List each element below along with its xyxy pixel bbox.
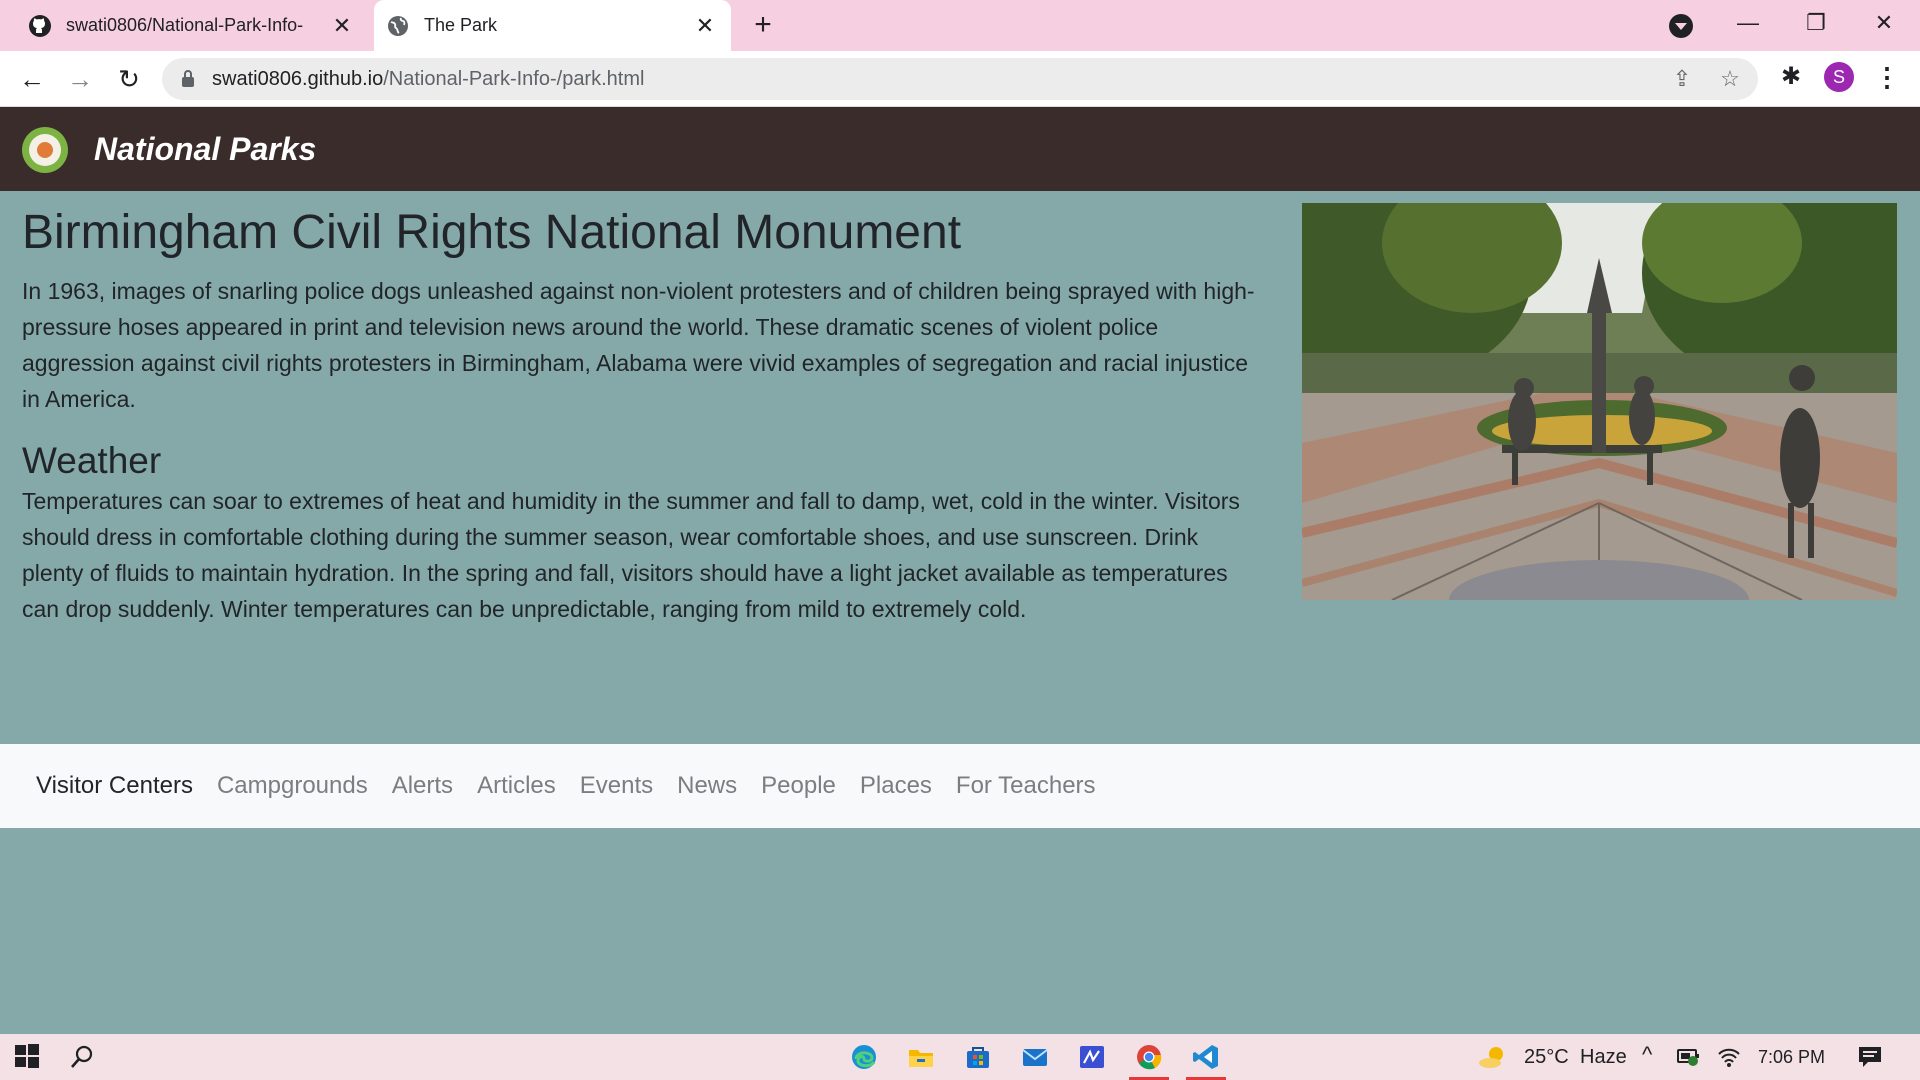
- weather-temperature[interactable]: 25°C: [1524, 1046, 1569, 1069]
- share-icon[interactable]: ⇪: [1669, 66, 1695, 92]
- browser-tabstrip: swati0806/National-Park-Info- ✕ The Park…: [0, 0, 1920, 51]
- new-tab-icon[interactable]: +: [748, 10, 778, 40]
- bookmark-star-icon[interactable]: ☆: [1717, 66, 1743, 92]
- browser-toolbar: ← → ↻ swati0806.github.io/National-Park-…: [0, 51, 1920, 107]
- nav-link-for-teachers[interactable]: For Teachers: [956, 772, 1096, 800]
- nav-link-articles[interactable]: Articles: [477, 772, 556, 800]
- site-navbar: National Parks: [0, 107, 1920, 191]
- url-text[interactable]: swati0806.github.io/National-Park-Info-/…: [212, 68, 644, 91]
- park-info: Birmingham Civil Rights National Monumen…: [22, 203, 1262, 627]
- github-icon: [28, 14, 52, 38]
- park-sections-nav: Visitor Centers Campgrounds Alerts Artic…: [0, 744, 1920, 828]
- national-parks-logo[interactable]: [22, 127, 68, 173]
- microsoft-store-icon[interactable]: [964, 1043, 992, 1071]
- notifications-icon[interactable]: [1856, 1043, 1884, 1071]
- profile-avatar[interactable]: S: [1824, 62, 1854, 92]
- lock-icon[interactable]: [182, 70, 194, 87]
- park-photo: [1302, 203, 1897, 600]
- browser-tab-github[interactable]: swati0806/National-Park-Info- ✕: [16, 0, 368, 51]
- tab-title: swati0806/National-Park-Info-: [66, 15, 304, 35]
- edge-browser-icon[interactable]: [850, 1043, 878, 1071]
- vscode-icon[interactable]: [1192, 1043, 1220, 1071]
- chrome-icon[interactable]: [1135, 1043, 1163, 1071]
- file-explorer-icon[interactable]: [907, 1043, 935, 1071]
- weather-sun-cloud-icon[interactable]: [1478, 1043, 1506, 1071]
- site-brand[interactable]: National Parks: [94, 131, 316, 168]
- search-icon[interactable]: [68, 1043, 96, 1071]
- weather-heading: Weather: [22, 440, 162, 481]
- window-close-icon[interactable]: ✕: [1864, 6, 1904, 40]
- mail-icon[interactable]: [1021, 1043, 1049, 1071]
- nav-link-alerts[interactable]: Alerts: [392, 772, 453, 800]
- browser-tab-the-park[interactable]: The Park ✕: [374, 0, 731, 51]
- windows-start-icon[interactable]: [14, 1043, 42, 1071]
- windows-taskbar: 25°C Haze ^ 7:06 PM: [0, 1034, 1920, 1080]
- reload-icon[interactable]: ↻: [113, 63, 145, 95]
- nav-link-places[interactable]: Places: [860, 772, 932, 800]
- whiteboard-app-icon[interactable]: [1078, 1043, 1106, 1071]
- minimize-icon[interactable]: —: [1728, 6, 1768, 40]
- weather-condition[interactable]: Haze: [1580, 1046, 1627, 1069]
- wifi-icon[interactable]: [1716, 1044, 1744, 1072]
- nav-link-events[interactable]: Events: [580, 772, 653, 800]
- back-arrow-icon[interactable]: ←: [16, 63, 48, 95]
- close-tab-icon[interactable]: ✕: [330, 13, 354, 38]
- close-tab-icon[interactable]: ✕: [693, 13, 717, 38]
- address-bar[interactable]: swati0806.github.io/National-Park-Info-/…: [162, 58, 1758, 100]
- show-hidden-icons-chevron-icon[interactable]: ^: [1642, 1042, 1652, 1068]
- park-description: In 1963, images of snarling police dogs …: [22, 278, 1255, 412]
- nav-link-people[interactable]: People: [761, 772, 836, 800]
- nav-link-visitor-centers[interactable]: Visitor Centers: [36, 772, 193, 800]
- extensions-puzzle-icon[interactable]: ✱: [1777, 63, 1805, 91]
- weather-text: Temperatures can soar to extremes of hea…: [22, 488, 1240, 622]
- nav-link-campgrounds[interactable]: Campgrounds: [217, 772, 368, 800]
- forward-arrow-icon[interactable]: →: [64, 63, 96, 95]
- globe-icon: [386, 14, 410, 38]
- clock-time[interactable]: 7:06 PM: [1758, 1047, 1825, 1068]
- battery-icon[interactable]: [1676, 1044, 1704, 1072]
- park-title: Birmingham Civil Rights National Monumen…: [22, 206, 962, 259]
- chrome-menu-icon[interactable]: ⋮: [1874, 62, 1900, 92]
- restore-icon[interactable]: ❐: [1796, 6, 1836, 40]
- tab-title: The Park: [424, 15, 498, 35]
- tab-search-icon[interactable]: [1669, 14, 1693, 38]
- nav-link-news[interactable]: News: [677, 772, 737, 800]
